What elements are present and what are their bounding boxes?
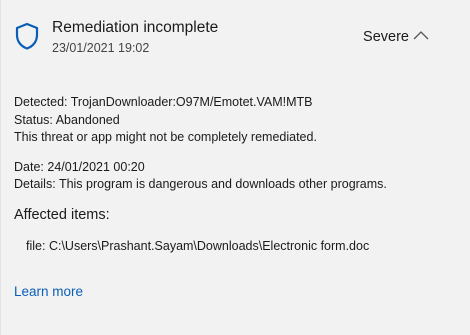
status-note: This threat or app might not be complete… — [14, 130, 317, 144]
chevron-up-icon[interactable] — [412, 28, 430, 42]
detected-label: Detected: — [14, 95, 68, 109]
severity-label: Severe — [363, 29, 409, 45]
date-row: Date: 24/01/2021 00:20 — [14, 159, 387, 177]
affected-item: file: C:\Users\Prashant.Sayam\Downloads\… — [26, 239, 369, 253]
details-value: This program is dangerous and downloads … — [58, 177, 387, 191]
date-value: 24/01/2021 00:20 — [47, 159, 145, 174]
affected-item-path: C:\Users\Prashant.Sayam\Downloads\Electr… — [48, 239, 370, 253]
learn-more-link[interactable]: Learn more — [14, 284, 83, 299]
affected-item-prefix: file: — [26, 239, 46, 253]
details-label: Details: — [14, 177, 56, 191]
date-label: Date: — [14, 159, 44, 174]
threat-header[interactable]: Remediation incomplete 23/01/2021 19:02 … — [1, 0, 470, 72]
status-row: Status: Abandoned — [14, 112, 387, 130]
threat-detail-card: Remediation incomplete 23/01/2021 19:02 … — [0, 0, 470, 335]
status-label: Status: — [14, 112, 53, 127]
threat-timestamp: 23/01/2021 19:02 — [52, 41, 150, 55]
detected-value: TrojanDownloader:O97M/Emotet.VAM!MTB — [70, 95, 313, 109]
threat-details: Detected: TrojanDownloader:O97M/Emotet.V… — [14, 94, 387, 194]
shield-icon — [15, 22, 39, 50]
status-value: Abandoned — [55, 112, 120, 127]
details-row: Details: This program is dangerous and d… — [14, 176, 387, 194]
threat-title: Remediation incomplete — [52, 19, 219, 36]
detected-row: Detected: TrojanDownloader:O97M/Emotet.V… — [14, 94, 387, 112]
affected-items-heading: Affected items: — [14, 207, 110, 223]
